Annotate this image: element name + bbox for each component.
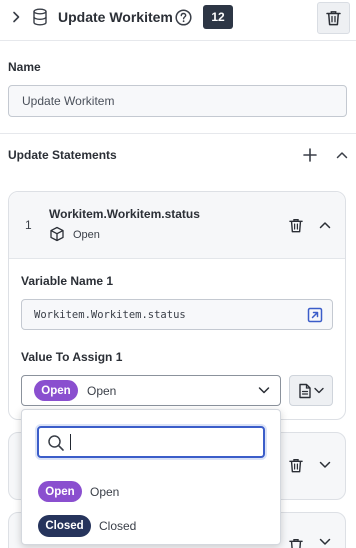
trash-icon [289,458,303,472]
page-title: Update Workitem [58,9,173,25]
delete-statement-button[interactable] [287,456,305,474]
chevron-up-icon [336,152,348,159]
expand-statement-button[interactable] [316,536,334,548]
variable-name-value: Workitem.Workitem.status [34,308,186,321]
document-icon [299,383,311,398]
help-button[interactable] [174,8,192,26]
value-to-assign-label: Value To Assign 1 [21,350,123,364]
name-input[interactable]: Update Workitem [8,85,347,117]
add-statement-button[interactable] [301,146,319,164]
statement-index: 1 [25,218,32,232]
database-icon [32,8,48,26]
delete-statement-button[interactable] [287,216,305,234]
selected-value-text: Open [87,384,117,398]
help-circle-icon [174,8,192,26]
statement-title: Workitem.Workitem.status [49,207,200,221]
chevron-up-icon [319,222,331,229]
chevron-down-icon [319,461,331,468]
section-divider [0,133,356,134]
chevron-right-icon [13,11,20,23]
search-icon [48,435,64,451]
variable-name-label: Variable Name 1 [21,274,114,288]
option-label: Open [90,485,120,499]
variable-name-field[interactable]: Workitem.Workitem.status [21,299,333,330]
chevron-down-icon [319,538,331,545]
chevron-down-icon [258,386,270,395]
collapse-statements-button[interactable] [333,146,351,164]
name-label: Name [8,60,41,74]
chevron-down-icon [314,387,324,394]
delete-button[interactable] [317,2,350,34]
cube-icon [49,226,65,242]
count-badge: 12 [203,5,233,29]
header-divider [0,40,356,41]
trash-icon [289,218,303,232]
delete-statement-button[interactable] [287,536,305,548]
plus-icon [303,148,317,162]
option-pill: Closed [38,515,91,537]
collapse-statement-button[interactable] [316,216,334,234]
open-external-icon [307,307,323,323]
trash-icon [289,538,303,548]
collapse-chevron-button[interactable] [8,9,24,25]
value-type-button[interactable] [289,375,333,406]
status-pill: Open [34,380,78,401]
text-cursor [70,434,71,450]
trash-icon [326,11,341,26]
option-label: Closed [99,519,137,533]
option-pill: Open [38,481,82,502]
statement-subtitle: Open [73,229,100,241]
open-variable-button[interactable] [306,306,324,324]
expand-statement-button[interactable] [316,456,334,474]
dropdown-search-input[interactable] [37,426,265,458]
update-statements-label: Update Statements [8,148,117,162]
